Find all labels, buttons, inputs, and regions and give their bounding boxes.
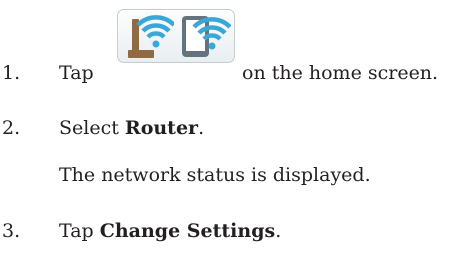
step-number: 1. xyxy=(2,62,21,84)
step-text-after: on the home screen. xyxy=(242,62,439,84)
step-text-before: Tap xyxy=(59,62,94,84)
step-text: Tap Change Settings. xyxy=(59,219,281,243)
ui-term-change-settings: Change Settings xyxy=(99,220,276,242)
router-wifi-icon xyxy=(128,15,174,58)
step-number: 3. xyxy=(2,220,21,242)
step-2-note: The network status is displayed. xyxy=(59,164,371,186)
step-text-after: . xyxy=(198,117,205,139)
ui-term-router: Router xyxy=(124,117,199,139)
step-text: Select Router. xyxy=(59,116,204,140)
step-text-after: . xyxy=(275,220,282,242)
step-number: 2. xyxy=(2,117,21,139)
step-text-before: Tap xyxy=(59,220,94,242)
wifi-direct-icon xyxy=(182,16,231,57)
step-text-before: Select xyxy=(59,117,119,139)
wifi-status-button[interactable] xyxy=(117,9,235,63)
